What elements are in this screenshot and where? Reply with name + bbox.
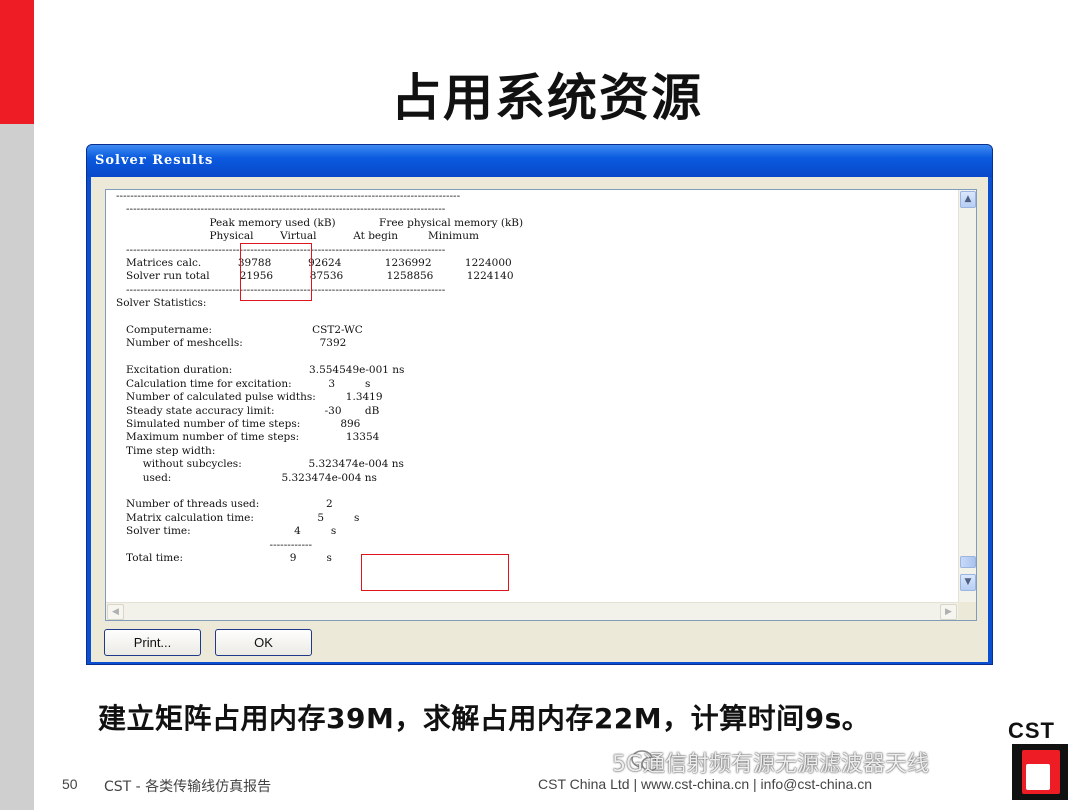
results-line: Calculation time for excitation: 3 s xyxy=(116,377,371,390)
footer-left: CST - 各类传输线仿真报告 xyxy=(104,779,272,795)
dialog-title: Solver Results xyxy=(95,153,214,168)
results-line: ----------------------------------------… xyxy=(116,190,461,202)
ok-button[interactable]: OK xyxy=(215,629,312,656)
results-line xyxy=(116,485,956,498)
results-line: without subcycles: 5.323474e-004 ns xyxy=(116,458,404,471)
results-line: Solver time: 4 s xyxy=(116,525,337,538)
results-line: Number of meshcells: 7392 xyxy=(116,337,347,350)
results-line: Peak memory used (kB) Free physical memo… xyxy=(116,216,524,229)
results-line: Matrix calculation time: 5 s xyxy=(116,511,360,524)
results-line: Number of threads used: 2 xyxy=(116,498,333,511)
scroll-thumb[interactable] xyxy=(960,556,976,568)
cst-logo-text: CST xyxy=(1008,718,1055,743)
slide-caption: 建立矩阵占用内存39M，求解占用内存22M，计算时间9s。 xyxy=(98,702,871,735)
results-line xyxy=(116,311,956,324)
scroll-up-icon[interactable]: ▲ xyxy=(960,191,976,208)
results-line: Excitation duration: 3.554549e-001 ns xyxy=(116,364,405,377)
print-button[interactable]: Print... xyxy=(104,629,201,656)
results-line: ------------ xyxy=(116,538,313,551)
dialog-titlebar[interactable]: Solver Results xyxy=(87,145,992,177)
results-line: Number of calculated pulse widths: 1.341… xyxy=(116,391,383,404)
slide-title: 占用系统资源 xyxy=(391,69,703,127)
scroll-right-icon[interactable]: ▶ xyxy=(940,604,957,620)
cst-logo xyxy=(1012,744,1068,800)
scroll-left-icon[interactable]: ◀ xyxy=(107,604,124,620)
results-line xyxy=(116,351,956,364)
results-line: Physical Virtual At begin Minimum xyxy=(116,230,479,243)
results-line: Simulated number of time steps: 896 xyxy=(116,417,361,430)
total-time-highlight-box xyxy=(361,554,509,591)
page-number: 50 xyxy=(62,776,78,792)
dialog-body: ----------------------------------------… xyxy=(91,177,988,662)
watermark-text: 5G通信射频有源无源滤波器天线 xyxy=(612,752,930,777)
results-line: Time step width: xyxy=(116,444,216,457)
solver-results-dialog: Solver Results -------------------------… xyxy=(86,144,993,665)
results-line: used: 5.323474e-004 ns xyxy=(116,471,377,484)
horizontal-scrollbar[interactable]: ◀ ▶ xyxy=(106,602,958,620)
results-line: Total time: 9 s xyxy=(116,551,332,564)
results-line: ----------------------------------------… xyxy=(116,203,446,216)
results-line: Steady state accuracy limit: -30 dB xyxy=(116,404,380,417)
scroll-down-icon[interactable]: ▼ xyxy=(960,574,976,591)
results-line: Maximum number of time steps: 13354 xyxy=(116,431,380,444)
vertical-scrollbar[interactable]: ▲ ▼ xyxy=(958,190,976,602)
results-line: Computername: CST2-WC xyxy=(116,324,363,337)
results-text-area[interactable]: ----------------------------------------… xyxy=(105,189,977,621)
footer-right: CST China Ltd | www.cst-china.cn | info@… xyxy=(538,776,873,792)
memory-highlight-box xyxy=(240,243,312,301)
scroll-corner xyxy=(958,602,976,620)
